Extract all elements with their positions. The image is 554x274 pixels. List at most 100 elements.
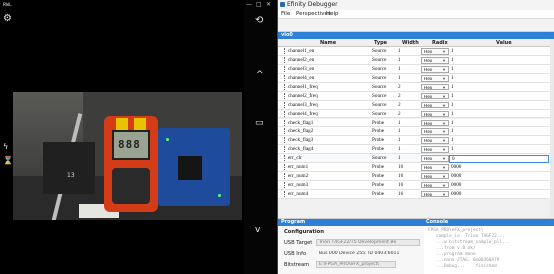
dropdown-arrow-icon: ▼ xyxy=(442,191,446,197)
camera-maximize-button[interactable]: □ xyxy=(256,2,262,8)
row-drag-handle-icon[interactable] xyxy=(284,190,286,197)
row-radix-select[interactable]: Hex ▼ xyxy=(421,172,449,180)
program-tab[interactable]: Program xyxy=(278,219,424,226)
row-drag-handle-icon[interactable] xyxy=(284,66,286,73)
table-row[interactable]: channel3_en Source 1 Hex ▼ 1 xyxy=(278,65,554,74)
row-value-cell[interactable]: 1 xyxy=(449,120,549,128)
row-value-cell[interactable]: 0000 xyxy=(449,173,549,181)
row-value-cell[interactable]: 1 xyxy=(449,57,549,65)
row-signal-value: 1 xyxy=(451,92,454,99)
row-drag-handle-icon[interactable] xyxy=(284,101,286,108)
row-radix-select[interactable]: Hex ▼ xyxy=(421,164,449,171)
vio-panel-tab[interactable]: vio0 xyxy=(278,32,554,39)
table-row[interactable]: channel3_freq Source 2 Hex ▼ 1 xyxy=(278,100,554,110)
row-value-cell[interactable]: 0 xyxy=(449,155,549,164)
row-drag-handle-icon[interactable] xyxy=(284,119,286,126)
row-drag-handle-icon[interactable] xyxy=(284,181,286,188)
program-tab-label: Program xyxy=(281,219,306,225)
row-drag-handle-icon[interactable] xyxy=(284,92,286,99)
row-radix-value: Hex xyxy=(424,49,433,55)
table-row[interactable]: channel4_en Source 1 Hex ▼ 1 xyxy=(278,74,554,83)
bitstream-path-input[interactable]: E:\FPGA_PRO\eFX_project\ xyxy=(316,261,396,268)
table-row[interactable]: check_flag4 Probe 1 Hex ▼ 1 xyxy=(278,145,554,155)
table-row[interactable]: err_num2 Probe 16 Hex ▼ 0000 xyxy=(278,171,554,181)
table-row[interactable]: err_num4 Probe 16 Hex ▼ 0000 xyxy=(278,189,554,199)
video-mode-icon[interactable]: ▭ xyxy=(255,118,264,128)
table-row[interactable]: err_num1 Probe 16 Hex ▼ 0000 xyxy=(278,163,554,172)
usb-target-select[interactable]: Trion T4GF22/T5 Development Bo xyxy=(316,239,420,246)
table-row[interactable]: channel2_en Source 1 Hex ▼ 1 xyxy=(278,56,554,66)
row-drag-handle-icon[interactable] xyxy=(284,83,286,90)
row-radix-select[interactable]: Hex ▼ xyxy=(421,83,449,91)
switch-camera-icon[interactable]: ⟲ xyxy=(255,16,263,26)
row-radix-select[interactable]: Hex ▼ xyxy=(421,110,449,118)
row-value-cell[interactable]: 0000 xyxy=(449,191,549,199)
console-tab-label: Console xyxy=(426,219,449,225)
timer-icon[interactable]: ⌛ xyxy=(3,156,13,166)
chevron-up-icon[interactable]: ^ xyxy=(256,70,264,80)
vertical-scrollbar[interactable] xyxy=(550,39,554,217)
row-radix-select[interactable]: Hex ▼ xyxy=(421,128,449,135)
row-drag-handle-icon[interactable] xyxy=(284,57,286,64)
row-radix-select[interactable]: Hex ▼ xyxy=(421,190,449,198)
row-value-cell[interactable]: 0000 xyxy=(449,164,549,172)
row-drag-handle-icon[interactable] xyxy=(284,146,286,153)
console-tab[interactable]: Console xyxy=(424,219,554,226)
row-value-cell[interactable]: 1 xyxy=(449,146,549,154)
row-signal-width: 1 xyxy=(398,57,401,64)
column-header-value[interactable]: Value xyxy=(496,40,512,46)
row-drag-handle-icon[interactable] xyxy=(284,155,286,162)
row-value-cell[interactable]: 1 xyxy=(449,66,549,74)
vio-table-header: Name Type Width Radix Value xyxy=(278,39,554,47)
column-header-width[interactable]: Width xyxy=(402,40,419,46)
row-drag-handle-icon[interactable] xyxy=(284,172,286,179)
table-row[interactable]: err_clr Source 1 Hex ▼ 0 xyxy=(278,154,554,164)
table-row[interactable]: check_flag3 Probe 1 Hex ▼ 1 xyxy=(278,136,554,146)
row-radix-select[interactable]: Hex ▼ xyxy=(421,66,449,73)
row-drag-handle-icon[interactable] xyxy=(284,128,286,135)
row-value-cell[interactable]: 1 xyxy=(449,93,549,101)
row-radix-select[interactable]: Hex ▼ xyxy=(421,48,449,55)
column-header-radix[interactable]: Radix xyxy=(432,40,448,46)
row-radix-select[interactable]: Hex ▼ xyxy=(421,57,449,64)
menu-help[interactable]: Help xyxy=(326,11,339,17)
row-value-cell[interactable]: 1 xyxy=(449,48,549,56)
column-header-type[interactable]: Type xyxy=(374,40,387,46)
menu-file[interactable]: File xyxy=(281,11,290,17)
row-radix-select[interactable]: Hex ▼ xyxy=(421,155,449,162)
table-row[interactable]: err_num3 Probe 16 Hex ▼ 0000 xyxy=(278,180,554,190)
row-value-cell[interactable]: 1 xyxy=(449,75,549,83)
row-value-cell[interactable]: 1 xyxy=(449,111,549,119)
row-radix-select[interactable]: Hex ▼ xyxy=(421,92,449,100)
column-header-name[interactable]: Name xyxy=(320,40,336,46)
camera-minimize-button[interactable]: — xyxy=(246,2,252,8)
row-drag-handle-icon[interactable] xyxy=(284,110,286,117)
table-row[interactable]: check_flag1 Probe 1 Hex ▼ 1 xyxy=(278,118,554,128)
row-value-cell[interactable]: 1 xyxy=(449,102,549,110)
row-radix-select[interactable]: Hex ▼ xyxy=(421,101,449,109)
table-row[interactable]: channel1_en Source 1 Hex ▼ 1 xyxy=(278,47,554,57)
row-radix-select[interactable]: Hex ▼ xyxy=(421,119,449,127)
row-radix-select[interactable]: Hex ▼ xyxy=(421,146,449,153)
row-value-cell[interactable]: 1 xyxy=(449,84,549,92)
row-radix-select[interactable]: Hex ▼ xyxy=(421,75,449,82)
table-row[interactable]: channel4_freq Source 2 Hex ▼ 1 xyxy=(278,109,554,119)
row-value-cell[interactable]: 0000 xyxy=(449,182,549,190)
row-value-cell[interactable]: 1 xyxy=(449,128,549,136)
row-radix-select[interactable]: Hex ▼ xyxy=(421,137,449,144)
camera-close-button[interactable]: ✕ xyxy=(266,2,271,8)
row-drag-handle-icon[interactable] xyxy=(284,137,286,144)
row-signal-width: 16 xyxy=(398,172,404,179)
row-drag-handle-icon[interactable] xyxy=(284,164,286,170)
settings-gear-icon[interactable]: ⚙ xyxy=(3,14,12,24)
flash-auto-icon[interactable]: ϟ xyxy=(3,142,8,152)
row-value-cell[interactable]: 1 xyxy=(449,137,549,145)
table-row[interactable]: check_flag2 Probe 1 Hex ▼ 1 xyxy=(278,127,554,137)
table-row[interactable]: channel2_freq Source 2 Hex ▼ 1 xyxy=(278,91,554,101)
row-radix-value: Hex xyxy=(424,165,433,170)
chevron-down-icon[interactable]: v xyxy=(255,225,260,235)
row-drag-handle-icon[interactable] xyxy=(284,48,286,55)
table-row[interactable]: channel1_freq Source 2 Hex ▼ 1 xyxy=(278,82,554,92)
row-radix-select[interactable]: Hex ▼ xyxy=(421,181,449,189)
row-drag-handle-icon[interactable] xyxy=(284,75,286,81)
